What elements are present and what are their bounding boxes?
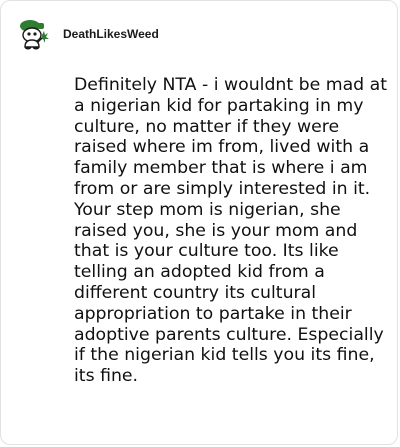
comment-header: DeathLikesWeed — [17, 17, 159, 51]
comment-author[interactable]: DeathLikesWeed — [63, 27, 159, 41]
comment-body: Definitely NTA - i wouldnt be mad at a n… — [74, 75, 387, 387]
snoo-avatar-icon[interactable] — [17, 17, 51, 51]
comment-card: DeathLikesWeed Definitely NTA - i wouldn… — [0, 0, 398, 445]
